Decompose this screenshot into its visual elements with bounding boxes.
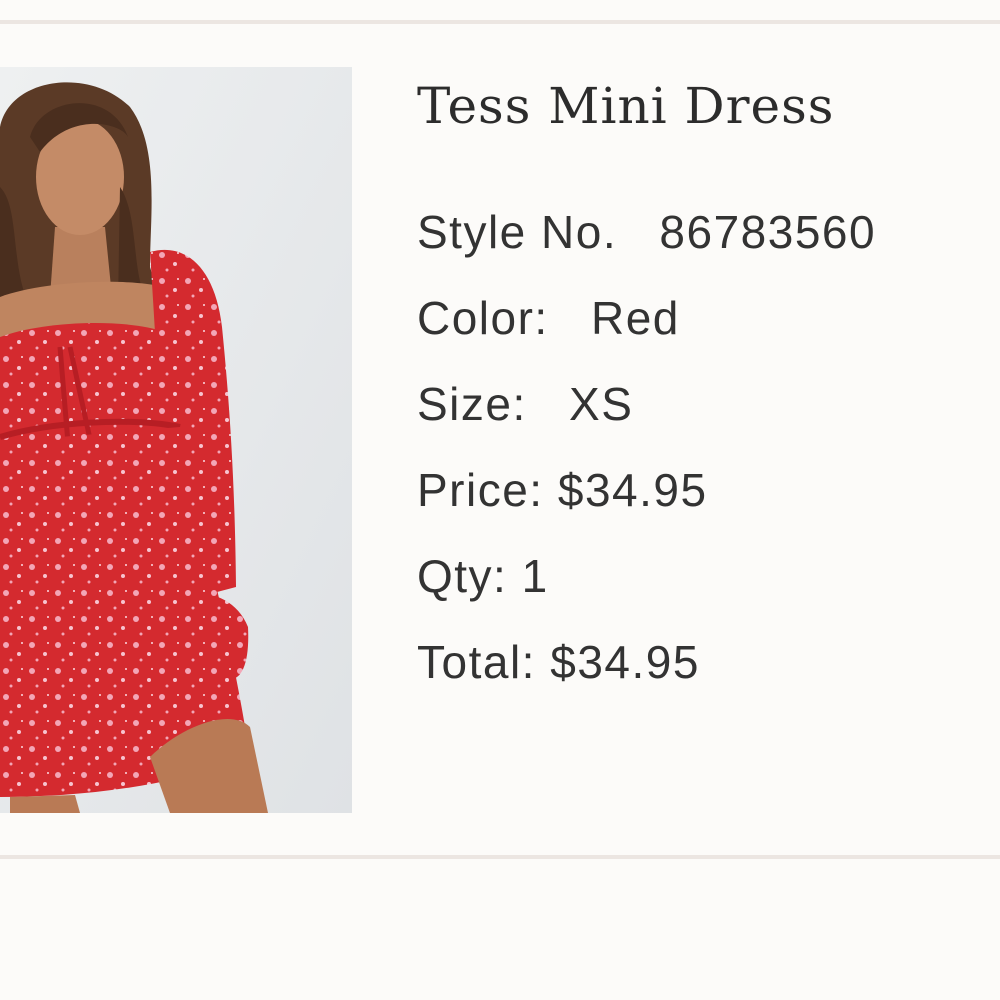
- product-title: Tess Mini Dress: [417, 77, 835, 135]
- quantity-label: Qty:: [417, 550, 508, 602]
- color-value: Red: [591, 292, 680, 344]
- color-row: Color: Red: [417, 295, 680, 341]
- price-label: Price:: [417, 464, 544, 516]
- total-value: $34.95: [550, 636, 700, 688]
- style-number-label: Style No.: [417, 206, 618, 258]
- order-summary-page: Tess Mini Dress Style No. 86783560 Color…: [0, 0, 1000, 1000]
- size-value: XS: [569, 378, 634, 430]
- quantity-value: 1: [521, 550, 549, 602]
- style-number-row: Style No. 86783560: [417, 209, 876, 255]
- price-value: $34.95: [557, 464, 708, 516]
- order-item-card: Tess Mini Dress Style No. 86783560 Color…: [0, 24, 1000, 855]
- price-row: Price: $34.95: [417, 467, 708, 513]
- style-number-value: 86783560: [659, 206, 877, 258]
- total-label: Total:: [417, 636, 536, 688]
- bottom-divider: [0, 855, 1000, 859]
- size-row: Size: XS: [417, 381, 633, 427]
- size-label: Size:: [417, 378, 527, 430]
- total-row: Total: $34.95: [417, 639, 700, 685]
- product-image[interactable]: [0, 67, 352, 813]
- quantity-row: Qty: 1: [417, 553, 549, 599]
- color-label: Color:: [417, 292, 549, 344]
